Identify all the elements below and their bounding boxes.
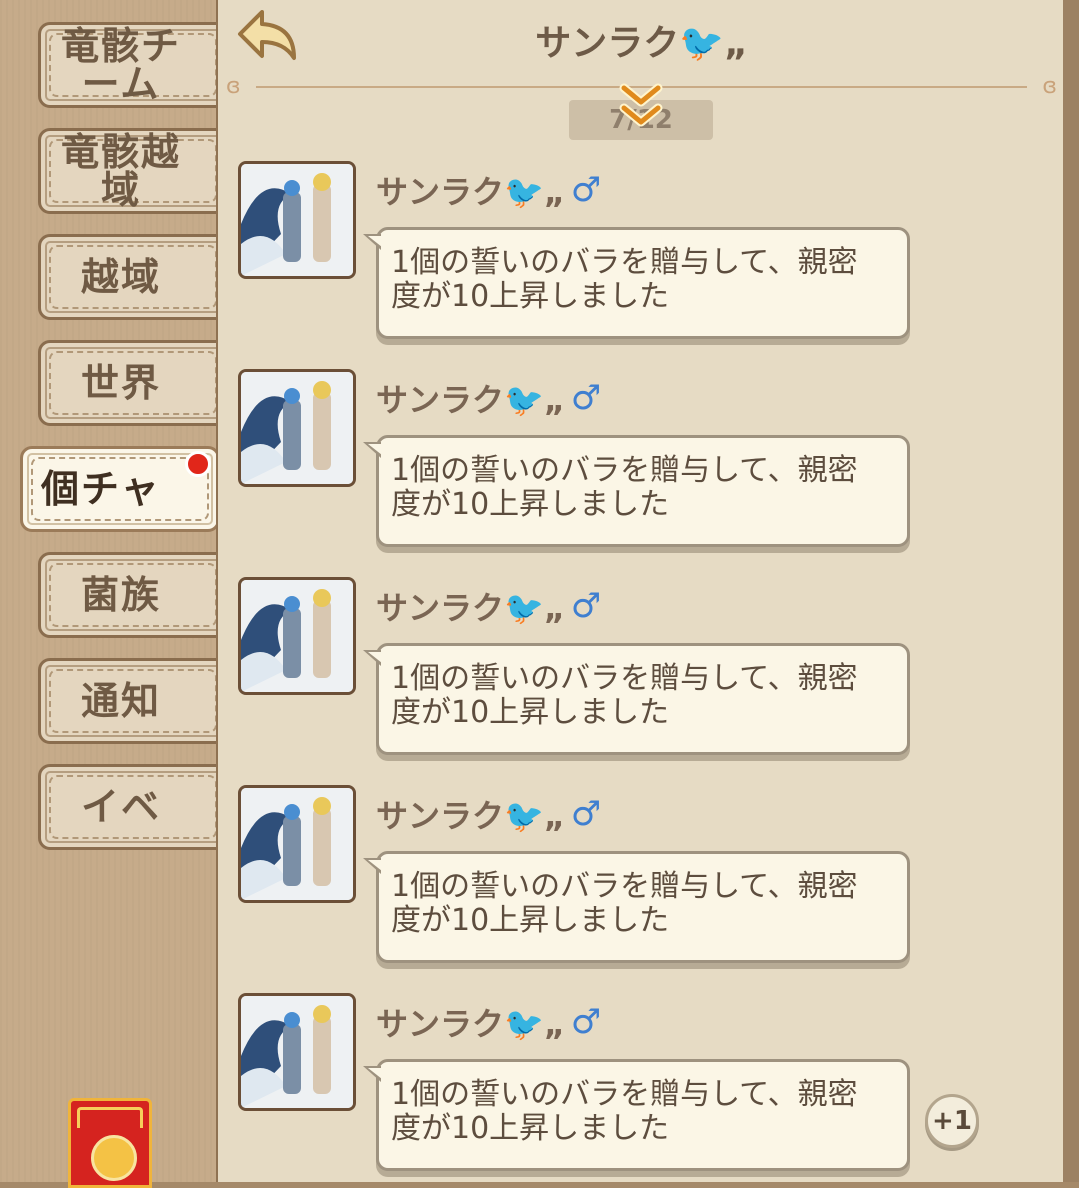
chat-message: サンラク🐦„ ♂ 1個の誓いのバラを贈与して、親密度が10上昇しました [238,993,938,1183]
sender-name: サンラク🐦„ ♂ [376,378,602,419]
sender-name: サンラク🐦„ ♂ [376,794,602,835]
tab-label: 世界 [80,361,161,405]
chat-panel: サンラク🐦„ ɞ ɞ 7/12 サンラク🐦„ ♂ 1個の誓いのバラを贈与して、親… [216,0,1065,1182]
message-bubble: 1個の誓いのバラを贈与して、親密度が10上昇しました [363,851,910,963]
chevron-double-down-icon[interactable] [618,82,664,134]
tab-label: 通知 [80,679,161,723]
chat-channel-sidebar: 竜骸チーム 竜骸越域 越域 世界 個チャ 菌族 通知 イベ [0,0,228,1188]
sender-name: サンラク🐦„ ♂ [376,1002,602,1043]
notification-dot [185,451,211,477]
tab-label: 菌族 [80,573,161,617]
avatar[interactable] [238,577,356,695]
tab-label: 個チャ [41,467,161,511]
chat-message: サンラク🐦„ ♂ 1個の誓いのバラを贈与して、親密度が10上昇しました [238,577,938,767]
tab-world[interactable]: 世界 [38,340,228,426]
avatar[interactable] [238,993,356,1111]
tab-clan[interactable]: 菌族 [38,552,228,638]
male-gender-icon: ♂ [570,586,602,626]
tab-label: 竜骸越域 [61,130,182,212]
red-envelope-icon[interactable] [68,1098,152,1188]
tab-label: イベ [80,785,161,829]
tab-dragon-cross-region[interactable]: 竜骸越域 [38,128,228,214]
message-bubble: 1個の誓いのバラを贈与して、親密度が10上昇しました [363,435,910,547]
tab-label: 越域 [80,255,161,299]
tab-notice[interactable]: 通知 [38,658,228,744]
avatar[interactable] [238,161,356,279]
tab-cross-region[interactable]: 越域 [38,234,228,320]
chat-message: サンラク🐦„ ♂ 1個の誓いのバラを贈与して、親密度が10上昇しました [238,785,938,975]
panel-frame-edge [1063,0,1079,1182]
chat-message: サンラク🐦„ ♂ 1個の誓いのバラを贈与して、親密度が10上昇しました [238,369,938,559]
plus-one-reaction-button[interactable]: +1 [925,1094,979,1148]
tab-private-chat[interactable]: 個チャ [20,446,220,532]
male-gender-icon: ♂ [570,1002,602,1042]
tab-label: 竜骸チーム [61,24,182,106]
avatar[interactable] [238,785,356,903]
male-gender-icon: ♂ [570,170,602,210]
sender-name: サンラク🐦„ ♂ [376,586,602,627]
male-gender-icon: ♂ [570,794,602,834]
message-bubble: 1個の誓いのバラを贈与して、親密度が10上昇しました [363,1059,910,1171]
message-bubble: 1個の誓いのバラを贈与して、親密度が10上昇しました [363,227,910,339]
tab-dragon-team[interactable]: 竜骸チーム [38,22,228,108]
chat-message: サンラク🐦„ ♂ 1個の誓いのバラを贈与して、親密度が10上昇しました [238,161,938,351]
chat-header: サンラク🐦„ ɞ ɞ [218,0,1065,98]
male-gender-icon: ♂ [570,378,602,418]
message-bubble: 1個の誓いのバラを贈与して、親密度が10上昇しました [363,643,910,755]
chat-title: サンラク🐦„ [535,23,748,64]
sender-name: サンラク🐦„ ♂ [376,170,602,211]
avatar[interactable] [238,369,356,487]
tab-event[interactable]: イベ [38,764,228,850]
